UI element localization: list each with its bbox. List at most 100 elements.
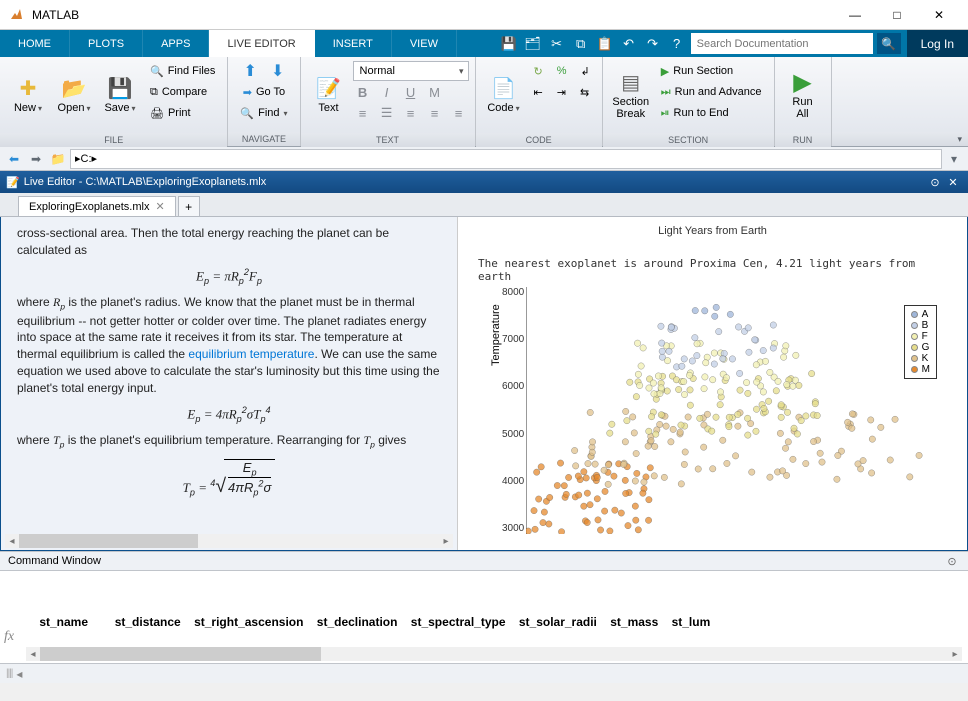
equation: Ep = 4πRp2σTp4 <box>17 405 441 424</box>
window-titlebar: MATLAB — □ ✕ <box>0 0 968 30</box>
find-files-icon: 🔍 <box>150 65 164 78</box>
quick-undo-icon[interactable]: ↶ <box>619 34 639 54</box>
nav-back-button[interactable]: ⬅ <box>4 149 24 169</box>
goto-button[interactable]: ➡Go To <box>237 82 291 102</box>
text-style-select[interactable]: Normal <box>353 61 469 81</box>
mono-button[interactable]: M <box>425 82 445 102</box>
italic-button[interactable]: I <box>377 82 397 102</box>
nav-forward-button[interactable]: ➡ <box>26 149 46 169</box>
quick-cut-icon[interactable]: ✂ <box>547 34 567 54</box>
run-advance-icon: ⏭ <box>661 86 671 99</box>
command-window-header: Command Window ⊙ <box>0 551 968 571</box>
editor-add-tab-button[interactable]: + <box>178 196 200 216</box>
fx-prompt-icon[interactable]: fx <box>4 629 14 645</box>
chart-output-text: The nearest exoplanet is around Proxima … <box>478 257 947 283</box>
section-label-navigate: NAVIGATE <box>228 132 299 146</box>
editor-tab-active[interactable]: ExploringExoplanets.mlx ✕ <box>18 196 176 216</box>
save-button[interactable]: 💾Save▾ <box>98 61 142 129</box>
search-input[interactable] <box>691 33 873 54</box>
scatter-svg <box>526 287 943 534</box>
find-button[interactable]: 🔍Find▾ <box>234 103 293 123</box>
align-center-button[interactable]: ≡ <box>425 103 445 123</box>
print-button[interactable]: 🖨Print <box>144 103 221 123</box>
section-label-section: SECTION <box>603 133 774 147</box>
document-close-button[interactable]: ✕ <box>944 176 962 189</box>
tab-home[interactable]: HOME <box>0 30 70 57</box>
status-caret-icon[interactable]: ◂ <box>16 667 22 681</box>
bold-button[interactable]: B <box>353 82 373 102</box>
save-icon: 💾 <box>108 76 132 100</box>
toolstrip: ✚New▾ 📂Open▾ 💾Save▾ 🔍Find Files ⧉Compare… <box>0 57 968 147</box>
nav-up-folder-button[interactable]: 📁 <box>48 149 68 169</box>
quick-paste-icon[interactable]: 📋 <box>595 34 615 54</box>
find-icon: 🔍 <box>240 107 254 120</box>
editor-horizontal-scrollbar[interactable]: ◂▸ <box>5 534 453 548</box>
run-section-button[interactable]: ▶Run Section <box>655 61 768 81</box>
align-left-button[interactable]: ≡ <box>401 103 421 123</box>
quick-save-icon[interactable]: 💾 <box>499 34 519 54</box>
comment-button[interactable]: % <box>551 61 573 81</box>
open-button[interactable]: 📂Open▾ <box>52 61 96 129</box>
editor-output-pane: Light Years from Earth The nearest exopl… <box>458 217 967 550</box>
print-icon: 🖨 <box>150 107 164 120</box>
login-button[interactable]: Log In <box>907 30 968 57</box>
section-break-icon: ▤ <box>619 70 643 94</box>
align-right-button[interactable]: ≡ <box>449 103 469 123</box>
underline-button[interactable]: U <box>401 82 421 102</box>
search-button[interactable]: 🔍 <box>877 33 901 54</box>
text-button[interactable]: 📝Text <box>307 61 351 129</box>
indent-more-button[interactable]: ⇥ <box>551 82 572 102</box>
command-window-title: Command Window <box>8 555 944 567</box>
path-dropdown-button[interactable]: ▾ <box>944 149 964 169</box>
find-files-button[interactable]: 🔍Find Files <box>144 61 221 81</box>
minimize-button[interactable]: — <box>834 0 876 30</box>
tab-apps[interactable]: APPS <box>143 30 209 57</box>
run-advance-button[interactable]: ⏭Run and Advance <box>655 82 768 102</box>
tab-plots[interactable]: PLOTS <box>70 30 143 57</box>
code-button[interactable]: 📄Code▾ <box>482 61 526 129</box>
command-window-menu-button[interactable]: ⊙ <box>944 555 960 568</box>
run-all-icon: ▶ <box>791 70 815 94</box>
path-toolbar: ⬅ ➡ 📁 ▸ C: ▸ ▾ <box>0 147 968 171</box>
document-title: Live Editor - C:\MATLAB\ExploringExoplan… <box>24 176 926 188</box>
document-menu-button[interactable]: ⊙ <box>926 176 944 189</box>
equation: Tp = 4√Ep4πRp2σ <box>17 459 441 498</box>
quick-copy-icon[interactable]: ⧉ <box>571 34 591 54</box>
address-bar[interactable]: ▸ C: ▸ <box>70 149 942 169</box>
section-label-file: FILE <box>0 133 227 147</box>
section-break-button[interactable]: ▤Section Break <box>609 61 653 129</box>
main-tabstrip: HOME PLOTS APPS LIVE EDITOR INSERT VIEW … <box>0 30 968 57</box>
list-number-button[interactable]: ☰ <box>377 103 397 123</box>
quick-save-all-icon[interactable]: 🗂 <box>523 34 543 54</box>
command-window[interactable]: fx st_name st_distance st_right_ascensio… <box>0 571 968 663</box>
run-all-button[interactable]: ▶Run All <box>781 61 825 129</box>
nav-up-button[interactable]: ⬆ <box>238 61 263 81</box>
tab-insert[interactable]: INSERT <box>315 30 392 57</box>
indent-auto-button[interactable]: ⇆ <box>574 82 595 102</box>
tab-view[interactable]: VIEW <box>392 30 457 57</box>
document-icon: 📝 <box>6 176 20 189</box>
run-to-end-button[interactable]: ⏯Run to End <box>655 103 768 123</box>
wrap-button[interactable]: ↲ <box>575 61 596 81</box>
indent-less-button[interactable]: ⇤ <box>528 82 549 102</box>
document-titlebar: 📝 Live Editor - C:\MATLAB\ExploringExopl… <box>0 171 968 193</box>
refactor-button[interactable]: ↻ <box>528 61 549 81</box>
section-label-code: CODE <box>476 133 602 147</box>
equilibrium-temperature-link[interactable]: equilibrium temperature <box>188 347 314 361</box>
scatter-chart <box>526 287 943 534</box>
chart-yaxis-ticks: 8000 7000 6000 5000 4000 3000 <box>502 287 524 534</box>
toolstrip-overflow-icon[interactable]: ▾ <box>957 134 962 144</box>
list-bullet-button[interactable]: ≡ <box>353 103 373 123</box>
editor-tab-close-button[interactable]: ✕ <box>155 200 164 213</box>
compare-button[interactable]: ⧉Compare <box>144 82 221 102</box>
quick-help-icon[interactable]: ? <box>667 34 687 54</box>
close-button[interactable]: ✕ <box>918 0 960 30</box>
editor-text-pane[interactable]: cross-sectional area. Then the total ene… <box>1 217 458 550</box>
quick-redo-icon[interactable]: ↷ <box>643 34 663 54</box>
tab-live-editor[interactable]: LIVE EDITOR <box>209 30 314 57</box>
command-horizontal-scrollbar[interactable]: ◂▸ <box>26 647 962 661</box>
maximize-button[interactable]: □ <box>876 0 918 30</box>
new-button[interactable]: ✚New▾ <box>6 61 50 129</box>
nav-down-button[interactable]: ⬇ <box>265 61 290 81</box>
equation: Ep = πRp2Fp <box>17 267 441 286</box>
